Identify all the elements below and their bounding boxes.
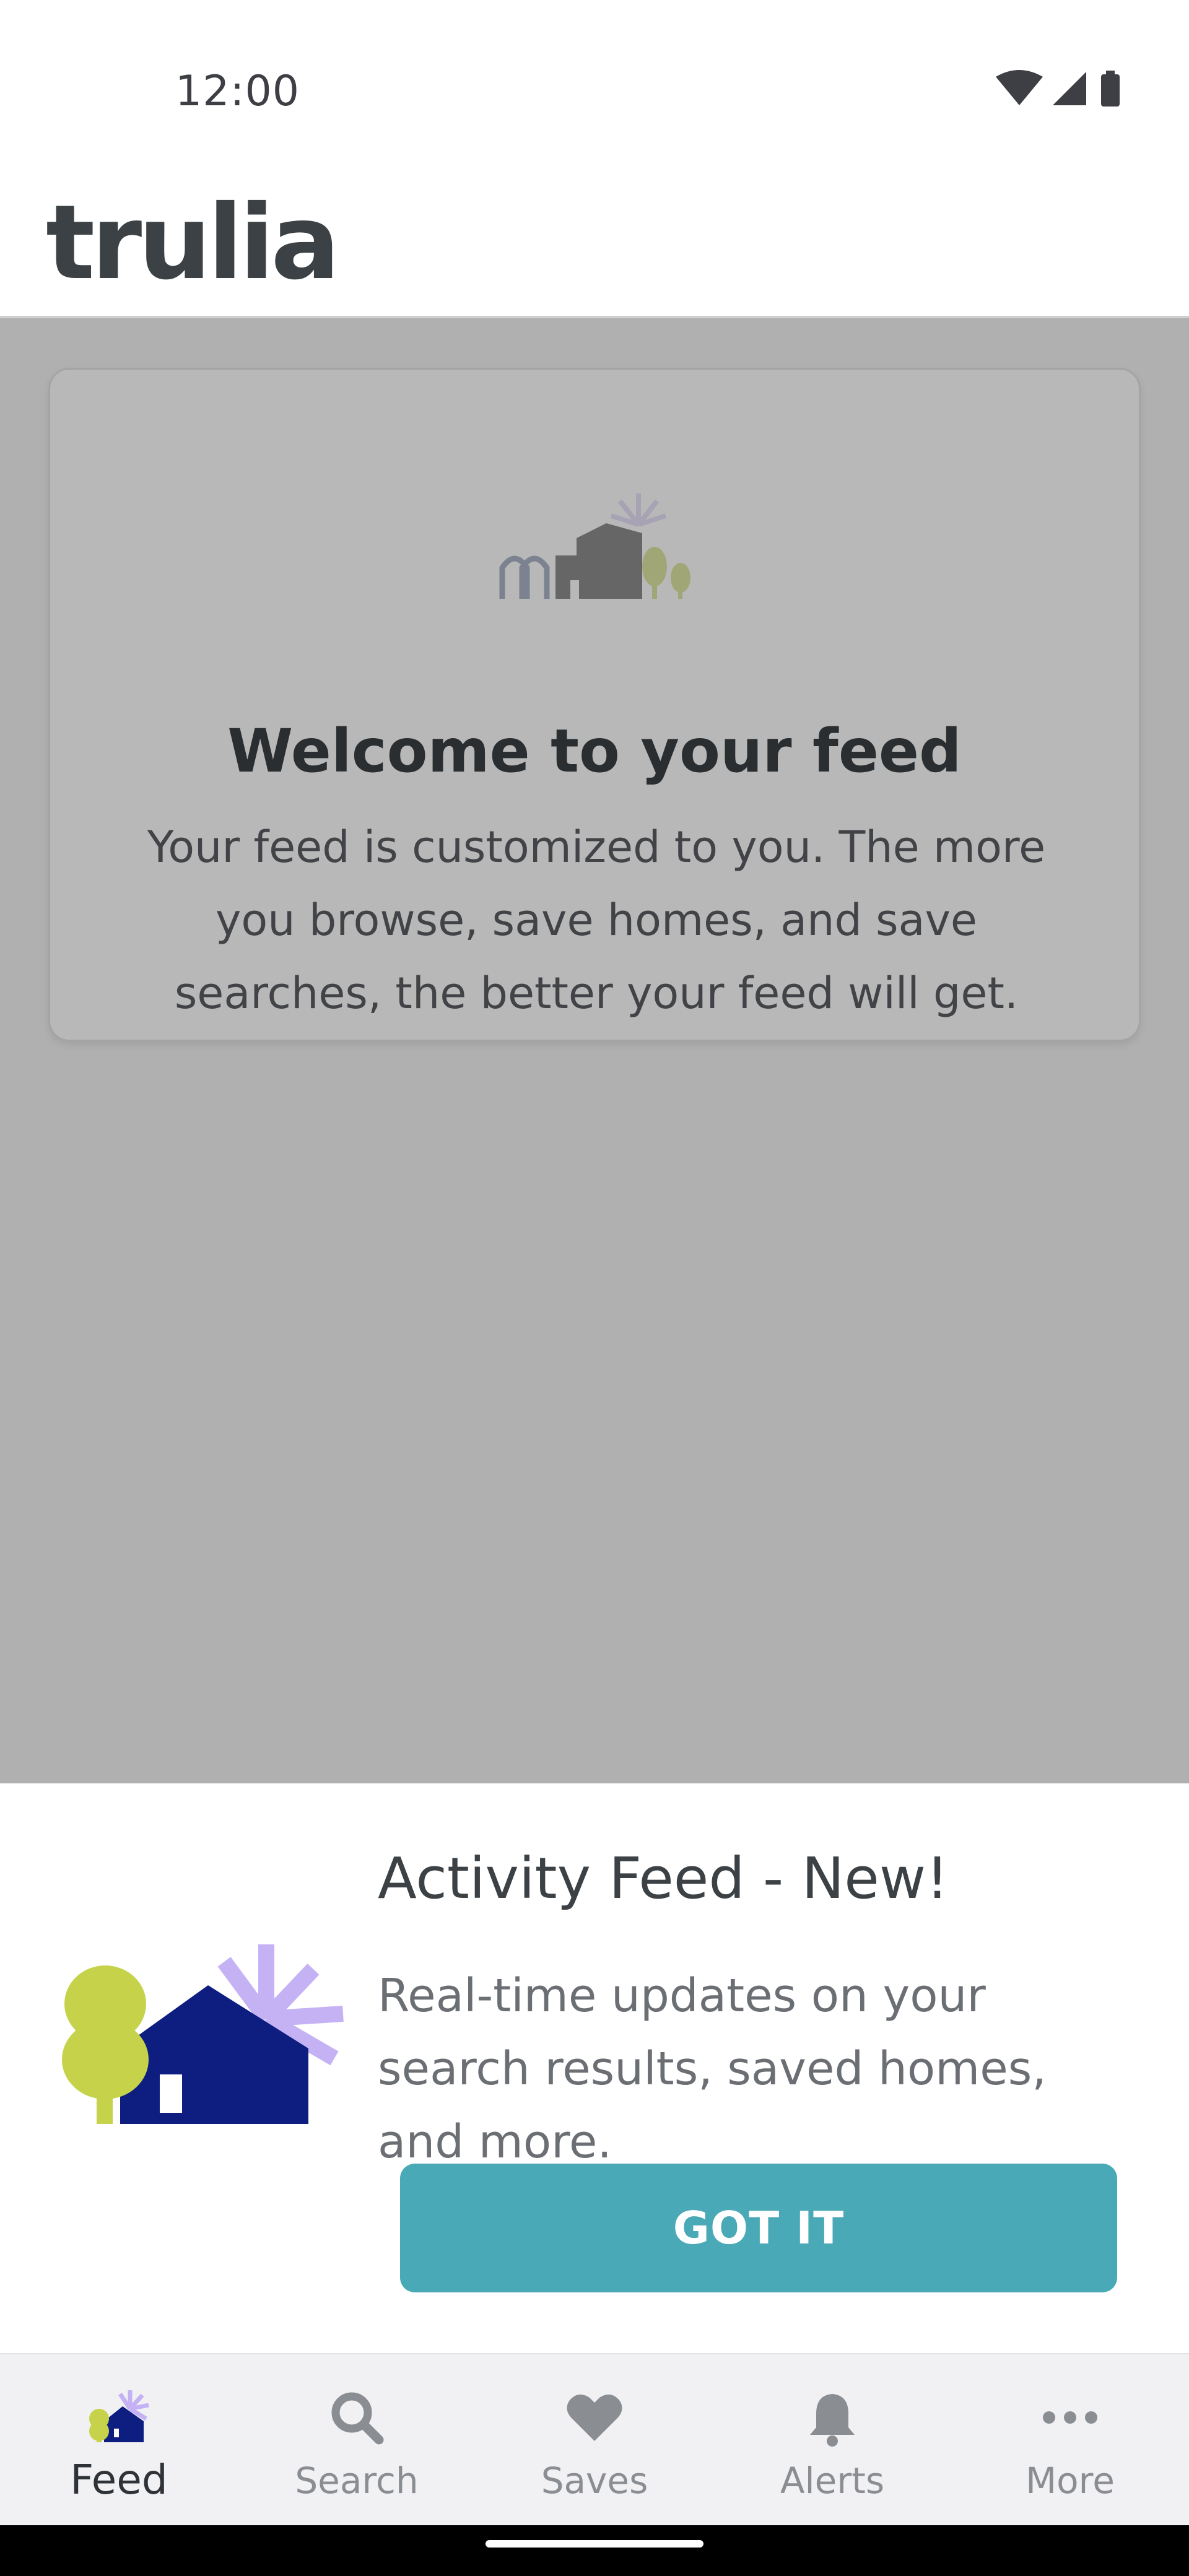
more-dots-icon	[1043, 2411, 1097, 2424]
house-illustration-icon	[62, 1944, 344, 2124]
sheet-description: Real-time updates on your search results…	[378, 1969, 1047, 2169]
nav-item-search[interactable]: Search	[238, 2354, 476, 2526]
nav-item-more[interactable]: More	[951, 2354, 1189, 2526]
nav-label-search: Search	[295, 2460, 419, 2502]
nav-item-alerts[interactable]: Alerts	[713, 2354, 951, 2526]
bottom-navigation: Feed Search Saves Alerts More	[0, 2353, 1189, 2525]
status-bar: 12:00	[0, 0, 1189, 161]
heart-icon	[567, 2394, 622, 2441]
battery-icon	[1101, 71, 1120, 107]
modal-scrim[interactable]	[0, 318, 1189, 1783]
got-it-button[interactable]: GOT IT	[400, 2164, 1117, 2292]
wifi-icon	[996, 70, 1043, 105]
sheet-title: Activity Feed - New!	[378, 1845, 949, 1912]
feed-house-icon	[89, 2390, 149, 2442]
nav-item-feed[interactable]: Feed	[0, 2354, 238, 2526]
nav-label-feed: Feed	[70, 2456, 168, 2504]
app-screen: 12:00 trulia Welcome to your feed Your f…	[0, 0, 1189, 2576]
nav-label-saves: Saves	[541, 2460, 648, 2502]
cellular-signal-icon	[1053, 72, 1086, 105]
search-icon	[331, 2392, 384, 2445]
trulia-logo: trulia	[46, 183, 340, 303]
bell-icon	[810, 2394, 855, 2447]
status-icons	[996, 70, 1120, 107]
activity-feed-bottom-sheet: Activity Feed - New! Real-time updates o…	[0, 1783, 1189, 2353]
app-header: trulia	[0, 161, 1189, 318]
home-gesture-handle[interactable]	[486, 2540, 703, 2548]
nav-label-more: More	[1026, 2460, 1115, 2502]
status-time: 12:00	[175, 67, 300, 116]
system-gesture-bar	[0, 2525, 1189, 2576]
nav-item-saves[interactable]: Saves	[476, 2354, 713, 2526]
nav-label-alerts: Alerts	[780, 2460, 885, 2502]
